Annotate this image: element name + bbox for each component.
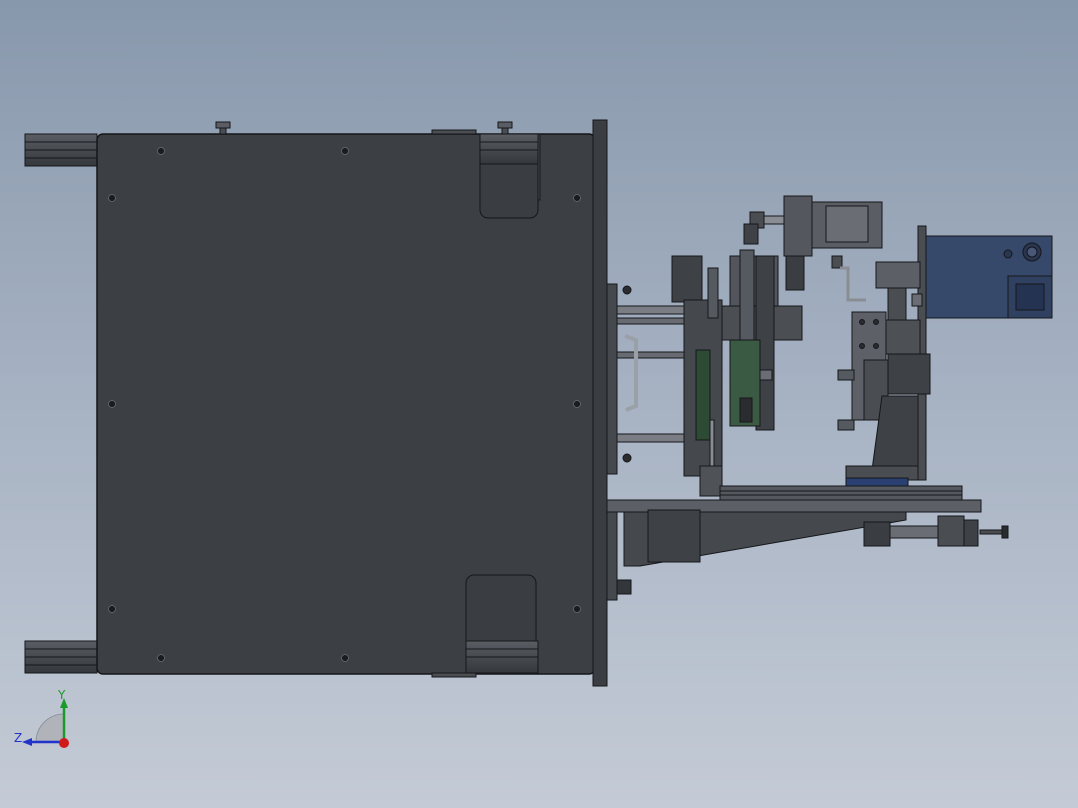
cad-viewport[interactable] (0, 0, 1078, 808)
servo-motor (925, 235, 1053, 319)
top-left-rail (24, 133, 98, 167)
x-axis-origin (59, 738, 69, 748)
triad-z-label: Z (14, 731, 23, 745)
center-vertical-assembly (671, 249, 803, 497)
guide-rods (616, 285, 688, 463)
cad-model-drawing[interactable] (0, 0, 1078, 808)
main-cabinet (96, 121, 596, 678)
base-slide-rail (606, 465, 1009, 567)
bottom-left-rail (24, 640, 98, 674)
triad-y-label: Y (58, 688, 66, 702)
front-mounting-plate (592, 119, 632, 687)
